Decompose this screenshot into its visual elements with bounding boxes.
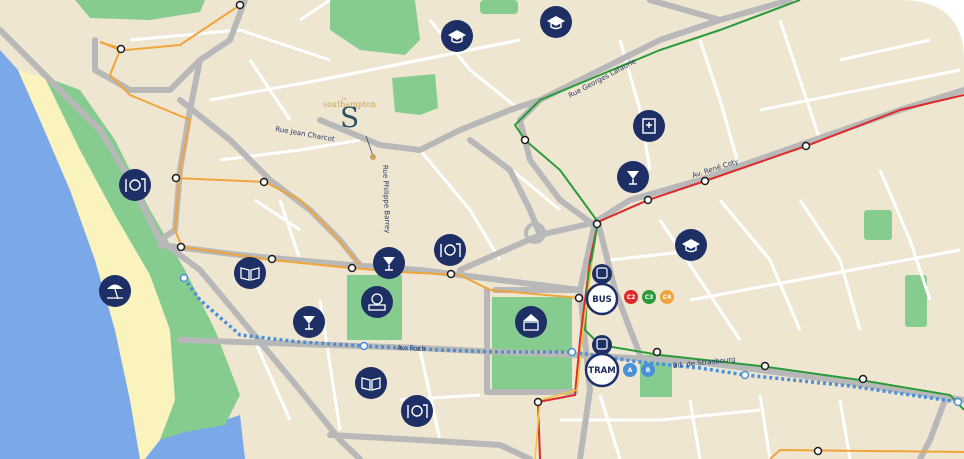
bus-line-label: C2 <box>627 294 636 301</box>
school-icon[interactable] <box>675 229 707 261</box>
library-icon[interactable] <box>355 367 387 399</box>
map-canvas: Rue Jean Charcot Rue Philippe Barrey Rue… <box>0 0 964 459</box>
pharmacy-icon[interactable] <box>617 161 649 193</box>
park-north-2 <box>330 0 420 55</box>
pharmacy-icon[interactable] <box>293 306 325 338</box>
tram-label: TRAM <box>588 366 615 376</box>
bus-line-label: C3 <box>645 294 654 301</box>
school-icon[interactable] <box>540 6 572 38</box>
park-east-1 <box>864 210 892 240</box>
label-rue-jean-charcot: Rue Jean Charcot <box>275 125 336 143</box>
bus-line-green <box>513 0 964 411</box>
beach-icon[interactable] <box>99 275 131 307</box>
logo-name: southampton <box>323 100 376 109</box>
park-central <box>392 74 438 115</box>
map[interactable]: Rue Jean Charcot Rue Philippe Barrey Rue… <box>0 0 964 459</box>
southampton-logo: S le southampton <box>323 96 376 160</box>
museum-icon[interactable] <box>361 286 393 318</box>
restaurant-icon[interactable] <box>401 395 433 427</box>
tram-icon <box>592 335 612 355</box>
label-av-foch: Av. Foch <box>397 344 426 353</box>
tram-line-label: A <box>628 367 633 374</box>
pharmacy-icon[interactable] <box>373 247 405 279</box>
bus-label: BUS <box>592 295 612 305</box>
bus-hub[interactable]: BUS C2 C3 C4 <box>585 264 674 316</box>
frame-corner <box>900 0 964 60</box>
label-rue-philippe-barrey: Rue Philippe Barrey <box>381 165 391 234</box>
bus-line-orange-2 <box>174 177 266 183</box>
town-hall-icon[interactable] <box>515 306 547 338</box>
restaurant-icon[interactable] <box>434 234 466 266</box>
restaurant-icon[interactable] <box>119 169 151 201</box>
location-pin[interactable] <box>370 154 376 160</box>
school-icon[interactable] <box>441 20 473 52</box>
park-north-3 <box>480 0 518 14</box>
hospital-icon[interactable] <box>633 110 665 142</box>
bus-icon <box>592 264 612 284</box>
library-icon[interactable] <box>234 257 266 289</box>
bus-line-label: C4 <box>663 294 672 301</box>
park-north-1 <box>75 0 205 20</box>
tram-line-label: B <box>646 367 651 374</box>
